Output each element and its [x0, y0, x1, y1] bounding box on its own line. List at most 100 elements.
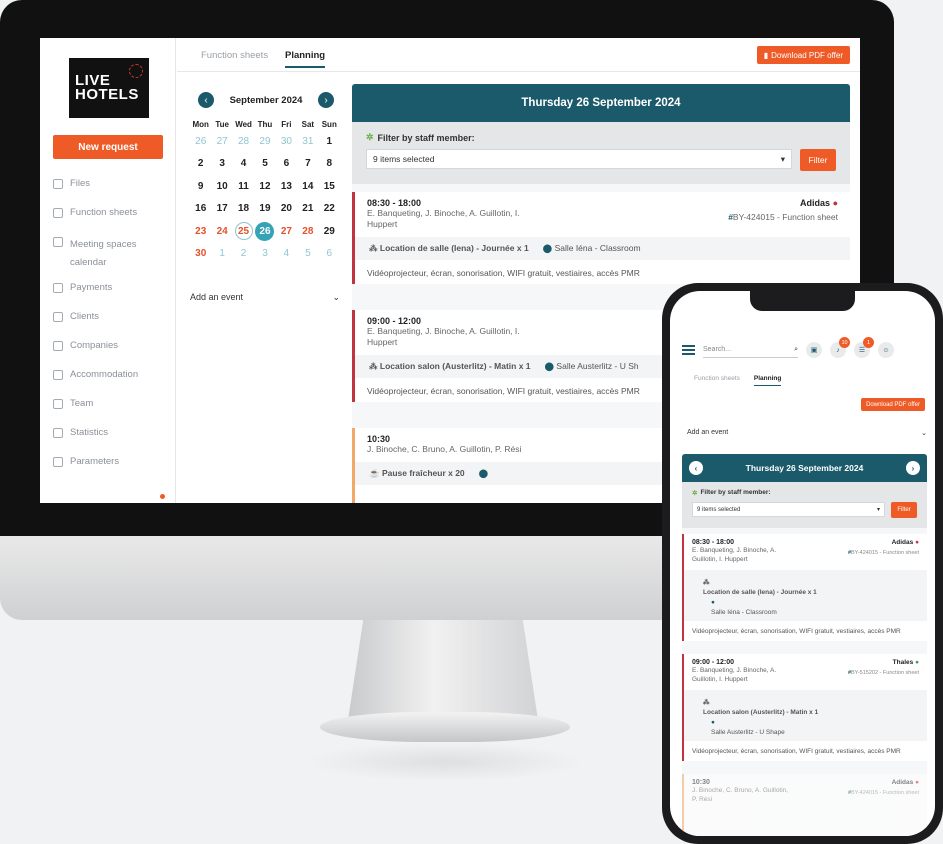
calendar-day[interactable]: 19 [254, 198, 275, 221]
tab-function-sheets[interactable]: Function sheets [201, 50, 268, 61]
calendar-day[interactable]: 30 [190, 243, 211, 266]
sidebar-item-accommodation[interactable]: Accommodation [53, 369, 173, 398]
event-ref-text: BY-424015 - Function sheet [851, 790, 919, 796]
mobile-search-input[interactable]: Search... ⌕ [703, 342, 798, 358]
calendar-day[interactable]: 4 [276, 243, 297, 266]
mobile-event-card[interactable]: 09:00 - 12:00 E. Banqueting, J. Binoche,… [682, 654, 927, 761]
sidebar-item-files[interactable]: Files [53, 178, 173, 207]
sidebar-item-label: Meeting spaces calendar [70, 239, 137, 268]
mobile-event-card[interactable]: 10:30 J. Binoche, C. Bruno, A. Guillotin… [682, 774, 927, 836]
calendar-day[interactable]: 1 [211, 243, 232, 266]
sidebar-item-team[interactable]: Team [53, 398, 173, 427]
mobile-tab-planning[interactable]: Planning [753, 375, 782, 386]
phone-screen: Search... ⌕ ▣ ♪ 10 ☰ 1 ☺ Function sheets P… [670, 291, 935, 836]
calendar-day[interactable]: 23 [190, 220, 211, 243]
calendar-day[interactable]: 3 [211, 153, 232, 176]
calendar-day[interactable]: 5 [254, 153, 275, 176]
sidebar-item-meeting-spaces-calendar[interactable]: Meeting spaces calendar [53, 236, 173, 282]
filter-button[interactable]: Filter [800, 149, 836, 171]
calendar-day[interactable]: 21 [297, 198, 318, 221]
calendar-day[interactable]: 28 [297, 220, 318, 243]
calendar-day[interactable]: 3 [254, 243, 275, 266]
calendar-day[interactable]: 12 [254, 175, 275, 198]
calendar-day-label: 25 [234, 222, 253, 241]
calendar-day[interactable]: 17 [211, 198, 232, 221]
staff-select[interactable]: 9 items selected ▾ [366, 149, 792, 169]
monitor-shadow [305, 742, 585, 782]
calendar-day[interactable]: 14 [297, 175, 318, 198]
calendar-day[interactable]: 27 [276, 220, 297, 243]
mobile-add-event-dropdown[interactable]: Add an event ⌄ [687, 429, 927, 437]
calendar-day[interactable]: 24 [211, 220, 232, 243]
calendar-day[interactable]: 29 [254, 130, 275, 153]
calendar-day[interactable]: 15 [319, 175, 340, 198]
calendar-day[interactable]: 29 [319, 220, 340, 243]
team-icon [53, 399, 63, 409]
mobile-download-pdf-button[interactable]: Download PDF offer [861, 398, 925, 411]
event-ref-text: BY-515202 - Function sheet [851, 670, 919, 676]
task-list-icon[interactable]: ☰ 1 [854, 337, 874, 358]
sidebar-item-statistics[interactable]: Statistics [53, 427, 173, 456]
sidebar-item-parameters[interactable]: Parameters [53, 456, 173, 485]
calendar-title: September 2024 [229, 94, 303, 106]
calendar-day[interactable]: 18 [233, 198, 254, 221]
event-ref[interactable]: #BY-515202 - Function sheet [848, 670, 919, 676]
add-event-dropdown[interactable]: Add an event ⌄ [190, 292, 340, 303]
download-pdf-button[interactable]: ▮ Download PDF offer [756, 46, 850, 64]
room-venue-text: Salle Austerlitz - U Sh [556, 361, 639, 371]
hamburger-menu-icon[interactable] [682, 345, 695, 355]
mobile-tab-function-sheets[interactable]: Function sheets [694, 375, 740, 386]
calendar-day[interactable]: 31 [297, 130, 318, 153]
event-ref[interactable]: #BY-424015 - Function sheet [728, 212, 838, 222]
credit-card-icon [53, 283, 63, 293]
event-card[interactable]: 08:30 - 18:00 E. Banqueting, J. Binoche,… [352, 192, 850, 284]
calendar-day-booked[interactable]: 25 [233, 220, 254, 243]
calendar-day[interactable]: 6 [319, 243, 340, 266]
sidebar-item-clients[interactable]: Clients [53, 311, 173, 340]
calendar-day-selected[interactable]: 26 [254, 220, 275, 243]
calendar-day[interactable]: 2 [233, 243, 254, 266]
calendar-day[interactable]: 10 [211, 175, 232, 198]
event-ref[interactable]: #BY-424015 - Function sheet [848, 550, 919, 556]
bell-icon[interactable]: ♪ 10 [830, 337, 850, 358]
calendar-day[interactable]: 6 [276, 153, 297, 176]
mobile-staff-select[interactable]: 9 items selected ▾ [692, 502, 885, 517]
calendar-day[interactable]: 26 [190, 130, 211, 153]
mobile-next-day-button[interactable]: › [905, 461, 920, 475]
calendar-day[interactable]: 5 [297, 243, 318, 266]
event-room: ⁂ Location de salle (Iena) - Journée x 1… [684, 570, 927, 621]
tab-planning[interactable]: Planning [285, 50, 326, 68]
search-icon[interactable]: ⌕ [794, 346, 798, 354]
calendar-day[interactable]: 2 [190, 153, 211, 176]
calendar-day[interactable]: 13 [276, 175, 297, 198]
mobile-staff-select-value: 9 items selected [697, 506, 741, 513]
mobile-filter-button[interactable]: Filter [891, 502, 917, 518]
sidebar-item-companies[interactable]: Companies [53, 340, 173, 369]
calendar-day[interactable]: 11 [233, 175, 254, 198]
sidebar-item-payments[interactable]: Payments [53, 282, 173, 311]
calendar-prev-button[interactable]: ‹ [198, 92, 214, 108]
new-request-button[interactable]: New request [53, 135, 163, 159]
calendar-day[interactable]: 1 [319, 130, 340, 153]
calendar-day[interactable]: 8 [319, 153, 340, 176]
calendar-day[interactable]: 16 [190, 198, 211, 221]
calendar-day[interactable]: 27 [211, 130, 232, 153]
calendar-day[interactable]: 7 [297, 153, 318, 176]
event-staff: E. Banqueting, J. Binoche, A. Guillotin,… [692, 547, 777, 563]
location-pin-icon: ⬤ [478, 468, 489, 478]
download-pdf-label: Download PDF offer [771, 50, 843, 60]
event-ref[interactable]: #BY-424015 - Function sheet [848, 790, 919, 796]
user-avatar-icon[interactable]: ☺ [878, 342, 894, 358]
sidebar-item-function-sheets[interactable]: Function sheets [53, 207, 173, 236]
calendar-day[interactable]: 30 [276, 130, 297, 153]
calendar-day[interactable]: 9 [190, 175, 211, 198]
calendar-day[interactable]: 4 [233, 153, 254, 176]
mobile-prev-day-button[interactable]: ‹ [689, 461, 703, 475]
calendar-next-button[interactable]: › [318, 92, 334, 108]
calendar-day[interactable]: 28 [233, 130, 254, 153]
language-flag-icon[interactable]: ▣ [806, 342, 822, 358]
mobile-event-card[interactable]: 08:30 - 18:00 E. Banqueting, J. Binoche,… [682, 534, 927, 641]
calendar-day[interactable]: 20 [276, 198, 297, 221]
calendar-day[interactable]: 22 [319, 198, 340, 221]
brand-logo[interactable]: LIVE HOTELS [69, 58, 149, 118]
